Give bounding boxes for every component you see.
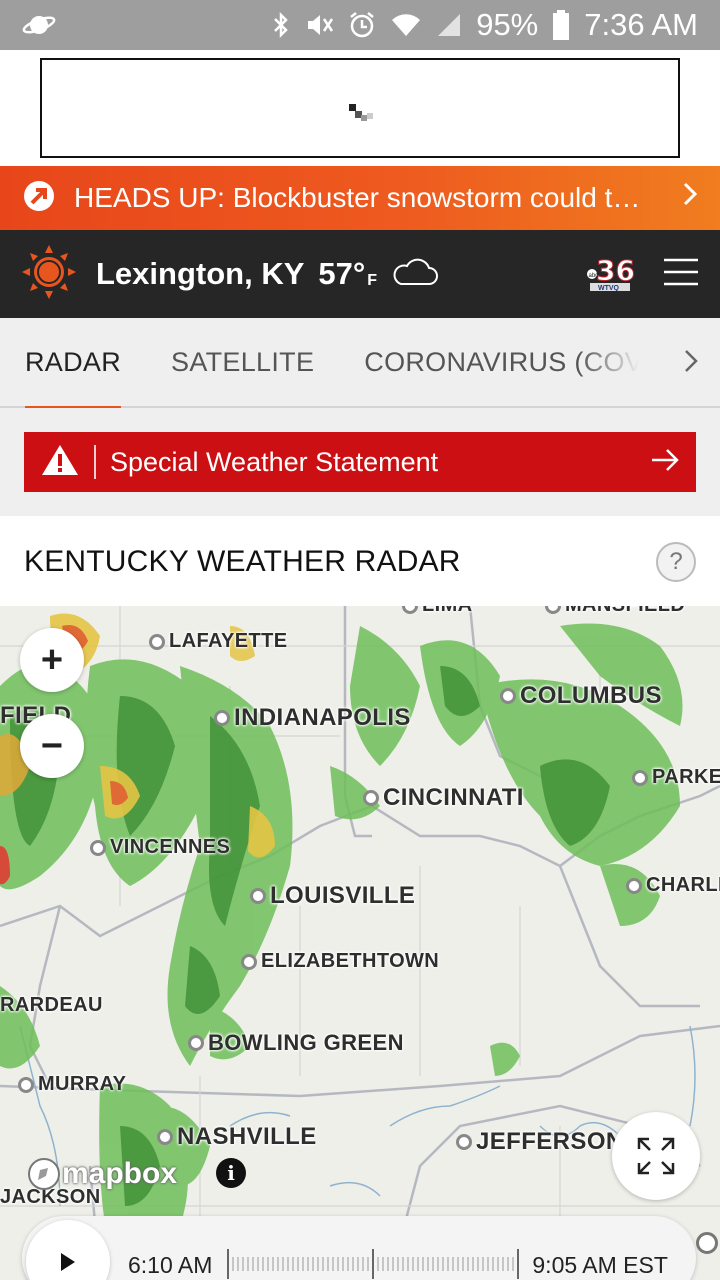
- mapbox-logo[interactable]: mapbox: [26, 1156, 177, 1192]
- warning-icon: [40, 443, 80, 482]
- wifi-icon: [390, 12, 422, 38]
- city-elizabethtown: ELIZABETHTOWN: [241, 950, 439, 973]
- arrow-right-icon: [650, 448, 680, 477]
- cloud-icon: [391, 257, 439, 292]
- arrow-badge-icon: [22, 179, 56, 218]
- city-lima: LIMA: [402, 606, 472, 617]
- map-edge-marker: [696, 1232, 718, 1254]
- radar-map[interactable]: LIMA MANSFIELD LAFAYETTE COLUMBUS FIELD …: [0, 606, 720, 1280]
- timeline-scrubber[interactable]: [226, 1247, 526, 1280]
- tab-bar: RADAR SATELLITE CORONAVIRUS (COVID-: [0, 317, 720, 409]
- play-button[interactable]: [26, 1220, 110, 1280]
- city-louisville: LOUISVILLE: [250, 882, 415, 910]
- city-indianapolis: INDIANAPOLIS: [214, 704, 411, 732]
- mapbox-wordmark: mapbox: [62, 1157, 178, 1190]
- tab-coronavirus[interactable]: CORONAVIRUS (COVID-: [339, 317, 639, 407]
- mute-vibrate-icon: [304, 11, 334, 39]
- zoom-out-button[interactable]: −: [20, 714, 84, 778]
- city-bowling-green: BOWLING GREEN: [188, 1030, 404, 1056]
- city-lafayette: LAFAYETTE: [149, 630, 287, 653]
- clock: 7:36 AM: [584, 7, 698, 42]
- app-header: Lexington, KY 57° F 36 abc WTVQ: [0, 230, 720, 318]
- city-cincinnati: CINCINNATI: [363, 784, 524, 812]
- alert-text: Special Weather Statement: [110, 446, 439, 477]
- heads-up-text: HEADS UP: Blockbuster snowstorm could t…: [74, 182, 641, 213]
- zoom-in-button[interactable]: +: [20, 628, 84, 692]
- current-temperature: 57°: [318, 256, 366, 291]
- hamburger-menu-icon[interactable]: [664, 258, 698, 291]
- help-icon[interactable]: ?: [656, 542, 696, 582]
- svg-text:abc: abc: [589, 273, 599, 279]
- expand-icon: [637, 1137, 675, 1175]
- station-logo-number: 36: [596, 254, 634, 287]
- tab-radar[interactable]: RADAR: [0, 317, 146, 409]
- mapbox-mark-icon: [28, 1158, 60, 1190]
- radar-timeline[interactable]: 6:10 AM 9:05 AM EST: [22, 1216, 696, 1280]
- city-mansfield: MANSFIELD: [545, 606, 685, 617]
- status-bar: 95% 7:36 AM: [0, 0, 720, 50]
- battery-level: 95%: [476, 7, 539, 42]
- special-weather-statement-alert[interactable]: Special Weather Statement: [24, 432, 696, 492]
- heads-up-banner[interactable]: HEADS UP: Blockbuster snowstorm could t…: [0, 166, 720, 230]
- radar-section-header: KENTUCKY WEATHER RADAR ?: [0, 516, 720, 608]
- chevron-right-icon: [682, 181, 698, 215]
- bluetooth-icon: [272, 11, 290, 39]
- alert-container: Special Weather Statement: [0, 408, 720, 516]
- location-name[interactable]: Lexington, KY: [96, 256, 304, 292]
- station-logo[interactable]: 36 abc WTVQ: [584, 252, 635, 297]
- info-icon[interactable]: i: [216, 1158, 246, 1188]
- signal-icon: [436, 12, 462, 38]
- city-nashville: NASHVILLE: [157, 1123, 317, 1151]
- city-parkersburg: PARKE: [632, 766, 720, 789]
- fullscreen-button[interactable]: [612, 1112, 700, 1200]
- tab-satellite[interactable]: SATELLITE: [146, 317, 339, 407]
- timeline-end-time: 9:05 AM EST: [532, 1251, 668, 1278]
- page-title: KENTUCKY WEATHER RADAR: [24, 545, 461, 578]
- loading-spinner-icon: [349, 104, 373, 121]
- divider: [94, 445, 96, 479]
- alarm-icon: [348, 11, 376, 39]
- city-girardeau: RARDEAU: [0, 994, 103, 1016]
- sun-icon: [22, 244, 76, 304]
- city-columbus: COLUMBUS: [500, 682, 662, 710]
- svg-text:WTVQ: WTVQ: [598, 285, 620, 292]
- timeline-start-time: 6:10 AM: [128, 1251, 213, 1278]
- temperature-unit: F: [367, 272, 378, 289]
- battery-icon: [552, 10, 570, 40]
- saturn-icon: [22, 12, 56, 38]
- chevron-right-icon[interactable]: [684, 348, 698, 380]
- city-murray: MURRAY: [18, 1073, 126, 1096]
- play-icon: [61, 1253, 75, 1271]
- ad-banner[interactable]: [40, 58, 680, 158]
- city-vincennes: VINCENNES: [90, 836, 230, 859]
- city-charleston: CHARLE: [626, 874, 720, 897]
